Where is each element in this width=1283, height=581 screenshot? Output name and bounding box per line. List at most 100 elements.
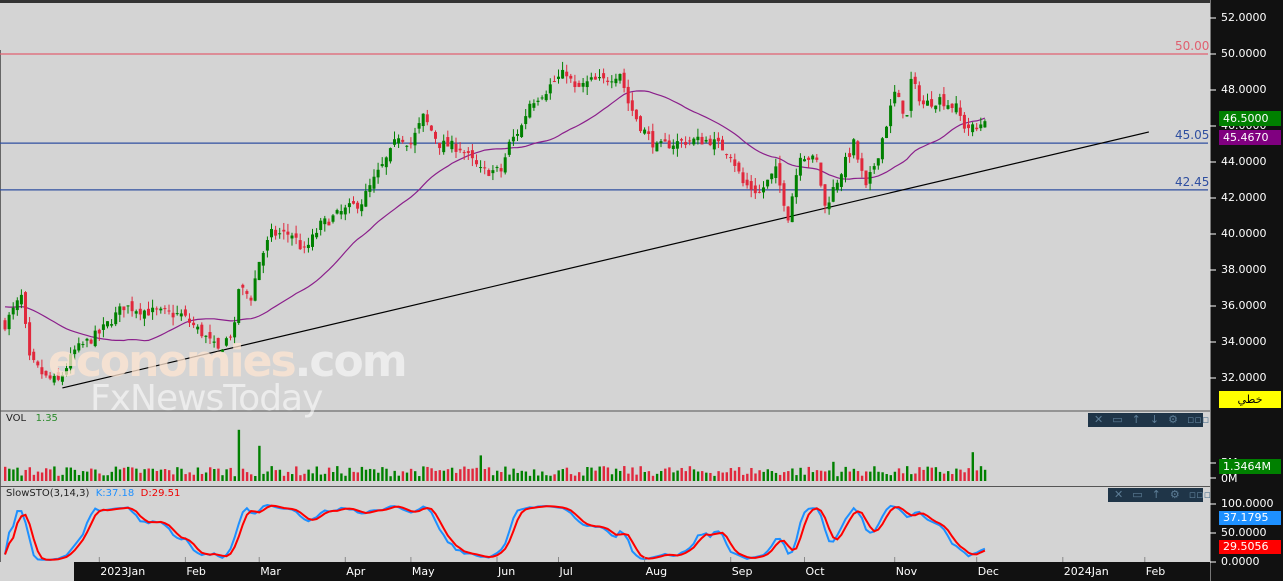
volume-bar — [799, 467, 802, 481]
candle-body — [167, 310, 171, 312]
candle-body — [598, 77, 601, 79]
candle-body — [921, 100, 925, 105]
volume-bar — [856, 471, 860, 481]
volume-bar — [934, 467, 938, 481]
candle-body — [893, 91, 897, 104]
volume-bar — [106, 475, 109, 481]
candle-body — [499, 168, 503, 172]
volume-bar — [307, 469, 310, 481]
candle-body — [126, 305, 130, 307]
volume-bar — [434, 470, 437, 481]
volume-bar — [270, 466, 273, 481]
volume-bar — [225, 469, 228, 481]
price-tick-label: 40.0000 — [1221, 227, 1267, 240]
chart-canvas[interactable] — [0, 0, 1283, 581]
candle-body — [938, 97, 942, 105]
move-down-icon[interactable]: ↓ — [1150, 413, 1159, 427]
candle-body — [171, 312, 175, 318]
price-tick-label: 38.0000 — [1221, 263, 1267, 276]
move-up-icon[interactable]: ↑ — [1132, 413, 1141, 427]
candle-body — [331, 215, 335, 222]
candle-body — [807, 157, 811, 160]
candle-body — [548, 84, 552, 94]
stochastic-panel-tools: ✕ ▭ ↑ ⚙ ▫▫▫ — [1108, 488, 1211, 502]
candle-body — [429, 125, 433, 131]
chart-style-button[interactable]: خطي — [1219, 391, 1281, 408]
volume-bar — [20, 475, 23, 481]
time-tick-label: Oct — [805, 565, 825, 578]
volume-bar — [475, 467, 478, 481]
candle-body — [680, 139, 683, 141]
candle-body — [778, 163, 782, 186]
candle-body — [200, 324, 204, 337]
candle-body — [159, 308, 163, 311]
top-border — [0, 0, 1210, 3]
candle-body — [819, 162, 823, 186]
volume-bar — [742, 474, 745, 481]
volume-bar — [869, 471, 872, 481]
volume-bar — [118, 469, 122, 481]
candle-body — [15, 300, 19, 311]
candle — [24, 291, 27, 329]
candle-body — [692, 138, 696, 145]
candle-body — [413, 132, 417, 146]
candle-body — [147, 308, 150, 316]
volume-bar — [541, 471, 544, 481]
move-up-icon[interactable]: ↑ — [1152, 488, 1161, 502]
time-tick-label: 2024Jan — [1063, 565, 1109, 578]
time-tick-label: Mar — [260, 565, 281, 578]
candle-body — [716, 137, 720, 142]
stochastic-tick: 100.0000 — [1221, 497, 1274, 510]
volume-bar — [758, 470, 761, 481]
price-tick-label: 52.0000 — [1221, 11, 1267, 24]
volume-bar — [16, 467, 19, 481]
maximize-panel-icon[interactable]: ▭ — [1132, 488, 1142, 502]
close-panel-icon[interactable]: ✕ — [1094, 413, 1103, 427]
maximize-panel-icon[interactable]: ▭ — [1112, 413, 1122, 427]
candle-body — [405, 145, 409, 147]
volume-bar — [36, 471, 40, 481]
time-tick-label: Jun — [498, 565, 516, 578]
volume-bar — [393, 470, 396, 481]
settings-icon[interactable]: ⚙ — [1170, 488, 1180, 502]
candle-body — [860, 158, 864, 171]
volume-bar — [512, 468, 515, 481]
candle-body — [425, 114, 429, 123]
volume-bar — [176, 467, 179, 481]
candle-body — [138, 308, 142, 315]
more-icon[interactable]: ▫▫▫ — [1189, 488, 1211, 502]
volume-bar — [159, 469, 163, 481]
time-tick-label: Jul — [559, 565, 573, 578]
candle-body — [712, 139, 716, 150]
candle-body — [581, 82, 585, 87]
more-icon[interactable]: ▫▫▫ — [1187, 413, 1209, 427]
volume-bar — [311, 473, 314, 481]
candle-body — [393, 139, 396, 145]
candle-body — [643, 129, 647, 134]
volume-bar — [832, 461, 835, 481]
candle-body — [364, 191, 368, 207]
candle-body — [614, 78, 618, 84]
candle-body — [192, 322, 196, 326]
candle-body — [360, 204, 364, 212]
candle-body — [618, 73, 622, 81]
volume-bar — [955, 468, 958, 481]
candle-body — [889, 105, 893, 127]
candle — [655, 141, 659, 152]
volume-bar — [163, 469, 167, 481]
candle-body — [926, 100, 929, 106]
close-panel-icon[interactable]: ✕ — [1114, 488, 1123, 502]
candle-body — [298, 240, 302, 250]
volume-bar — [828, 470, 831, 481]
candle-body — [155, 308, 159, 310]
candle-body — [32, 351, 36, 361]
candle-body — [380, 164, 384, 167]
candle-body — [803, 159, 806, 162]
candle-body — [950, 103, 954, 109]
candle-body — [971, 124, 975, 133]
candle-body — [274, 229, 278, 236]
candle-body — [290, 235, 294, 239]
settings-icon[interactable]: ⚙ — [1168, 413, 1178, 427]
candle-body — [794, 175, 798, 198]
candle-body — [745, 179, 749, 186]
